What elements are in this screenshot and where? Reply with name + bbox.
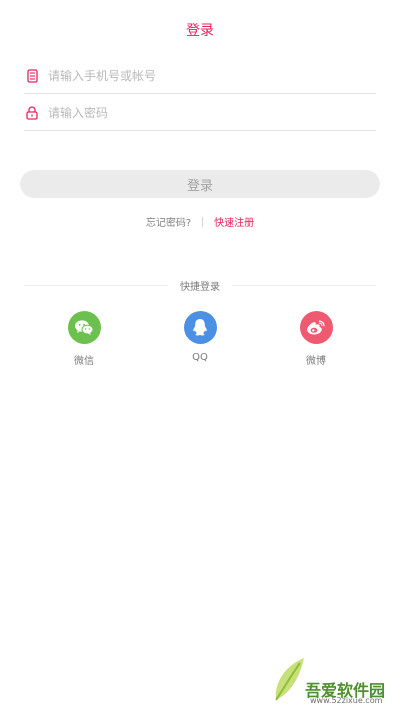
weibo-label: 微博 <box>306 356 326 367</box>
password-input[interactable] <box>48 106 348 120</box>
quick-register-link[interactable]: 快速注册 <box>214 214 254 229</box>
quick-login-title: 快捷登录 <box>180 281 220 293</box>
wechat-login-button[interactable]: 微信 <box>44 311 124 367</box>
page-title: 登录 <box>186 23 214 39</box>
login-button[interactable]: 登录 <box>20 170 380 198</box>
watermark-url: www.52zixue.com <box>310 696 383 705</box>
leaf-logo-icon <box>275 658 304 701</box>
site-watermark: 吾爱软件园 www.52zixue.com <box>268 632 398 708</box>
qq-label: QQ <box>192 352 208 363</box>
account-input[interactable] <box>48 69 348 83</box>
weibo-icon[interactable] <box>299 311 333 344</box>
account-links: 忘记密码? 快速注册 <box>0 214 400 229</box>
weibo-login-button[interactable]: 微博 <box>276 311 356 367</box>
wechat-icon[interactable] <box>67 311 101 344</box>
link-divider <box>202 216 204 227</box>
qq-icon[interactable] <box>183 311 217 344</box>
quick-login-divider: 快捷登录 <box>24 279 376 293</box>
qq-login-button[interactable]: QQ <box>160 311 240 363</box>
divider-line-left <box>24 284 168 286</box>
account-field[interactable] <box>24 59 376 94</box>
forgot-password-link[interactable]: 忘记密码? <box>146 214 191 229</box>
divider-line-right <box>232 284 376 286</box>
lock-icon <box>24 105 40 121</box>
password-field[interactable] <box>24 96 376 131</box>
wechat-label: 微信 <box>74 356 94 367</box>
watermark-text: 吾爱软件园 <box>305 681 386 700</box>
phone-icon <box>24 68 40 84</box>
